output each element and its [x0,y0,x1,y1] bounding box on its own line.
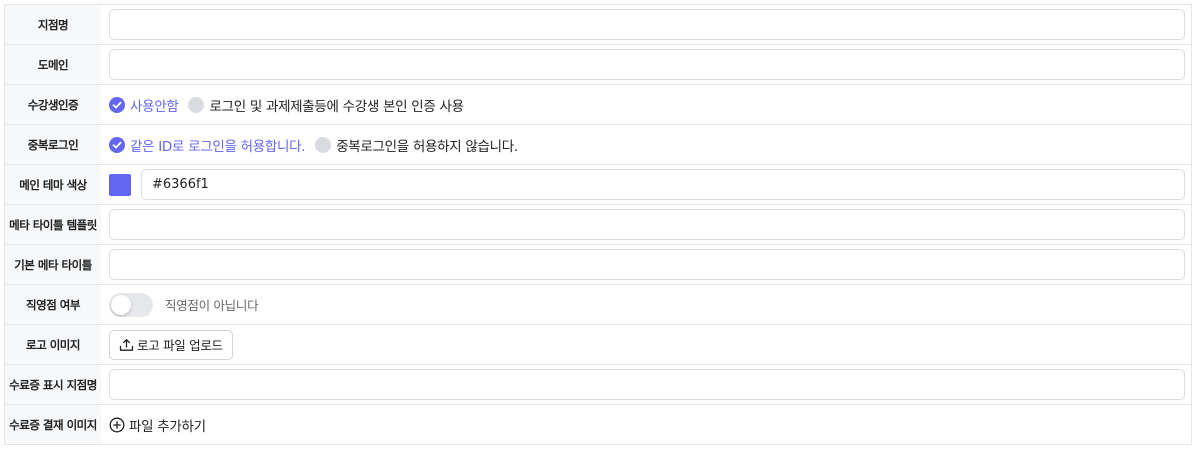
duplicate-login-option-deny-label: 중복로그인을 허용하지 않습니다. [336,138,518,155]
branch-name-label: 지점명 [5,5,101,44]
direct-branch-label: 직영점 여부 [5,285,101,324]
theme-color-input[interactable] [141,169,1185,200]
student-auth-label: 수강생인증 [5,85,101,124]
default-meta-title-input[interactable] [109,249,1185,280]
default-meta-title-label: 기본 메타 타이틀 [5,245,101,284]
meta-title-template-input[interactable] [109,209,1185,240]
radio-unchecked-icon [188,96,205,113]
duplicate-login-option-allow[interactable]: 같은 ID로 로그인을 허용합니다. [109,135,305,155]
upload-icon [119,338,134,351]
row-certificate-payment-image: 수료증 결재 이미지 파일 추가하기 [5,405,1191,445]
row-direct-branch: 직영점 여부 직영점이 아닙니다 [5,285,1191,325]
radio-unchecked-icon [315,136,332,153]
duplicate-login-option-deny[interactable]: 중복로그인을 허용하지 않습니다. [315,135,518,155]
add-file-label: 파일 추가하기 [129,418,206,435]
settings-form: 지점명 도메인 수강생인증 사용안함 로그인 및 과제제출등에 수강생 본인 인… [4,4,1192,445]
plus-circle-icon [109,417,125,432]
row-meta-title-template: 메타 타이틀 템플릿 [5,205,1191,245]
row-logo-image: 로고 이미지 로고 파일 업로드 [5,325,1191,365]
logo-upload-button-label: 로고 파일 업로드 [137,338,223,353]
row-duplicate-login: 중복로그인 같은 ID로 로그인을 허용합니다. 중복로그인을 허용하지 않습니… [5,125,1191,165]
check-circle-icon [109,136,125,153]
domain-input[interactable] [109,49,1185,80]
branch-name-input[interactable] [109,9,1185,40]
duplicate-login-label: 중복로그인 [5,125,101,164]
meta-title-template-label: 메타 타이틀 템플릿 [5,205,101,244]
row-domain: 도메인 [5,45,1191,85]
student-auth-option-disabled-label: 사용안함 [130,98,179,115]
logo-image-label: 로고 이미지 [5,325,101,364]
theme-color-label: 메인 테마 색상 [5,165,101,204]
certificate-payment-image-label: 수료증 결재 이미지 [5,405,101,444]
certificate-branch-name-input[interactable] [109,369,1185,400]
color-swatch[interactable] [109,173,131,196]
student-auth-option-enabled[interactable]: 로그인 및 과제제출등에 수강생 본인 인증 사용 [188,95,464,115]
row-student-auth: 수강생인증 사용안함 로그인 및 과제제출등에 수강생 본인 인증 사용 [5,85,1191,125]
row-default-meta-title: 기본 메타 타이틀 [5,245,1191,285]
row-branch-name: 지점명 [5,5,1191,45]
duplicate-login-option-allow-label: 같은 ID로 로그인을 허용합니다. [130,138,306,155]
student-auth-option-enabled-label: 로그인 및 과제제출등에 수강생 본인 인증 사용 [209,98,464,115]
row-theme-color: 메인 테마 색상 [5,165,1191,205]
direct-branch-toggle[interactable] [109,292,153,317]
domain-label: 도메인 [5,45,101,84]
logo-upload-button[interactable]: 로고 파일 업로드 [109,329,233,360]
row-certificate-branch-name: 수료증 표시 지점명 [5,365,1191,405]
student-auth-option-disabled[interactable]: 사용안함 [109,95,179,115]
check-circle-icon [109,96,125,113]
add-file-button[interactable]: 파일 추가하기 [109,415,206,435]
direct-branch-status: 직영점이 아닙니다 [165,298,259,313]
toggle-knob [111,294,131,315]
certificate-branch-name-label: 수료증 표시 지점명 [5,365,101,404]
